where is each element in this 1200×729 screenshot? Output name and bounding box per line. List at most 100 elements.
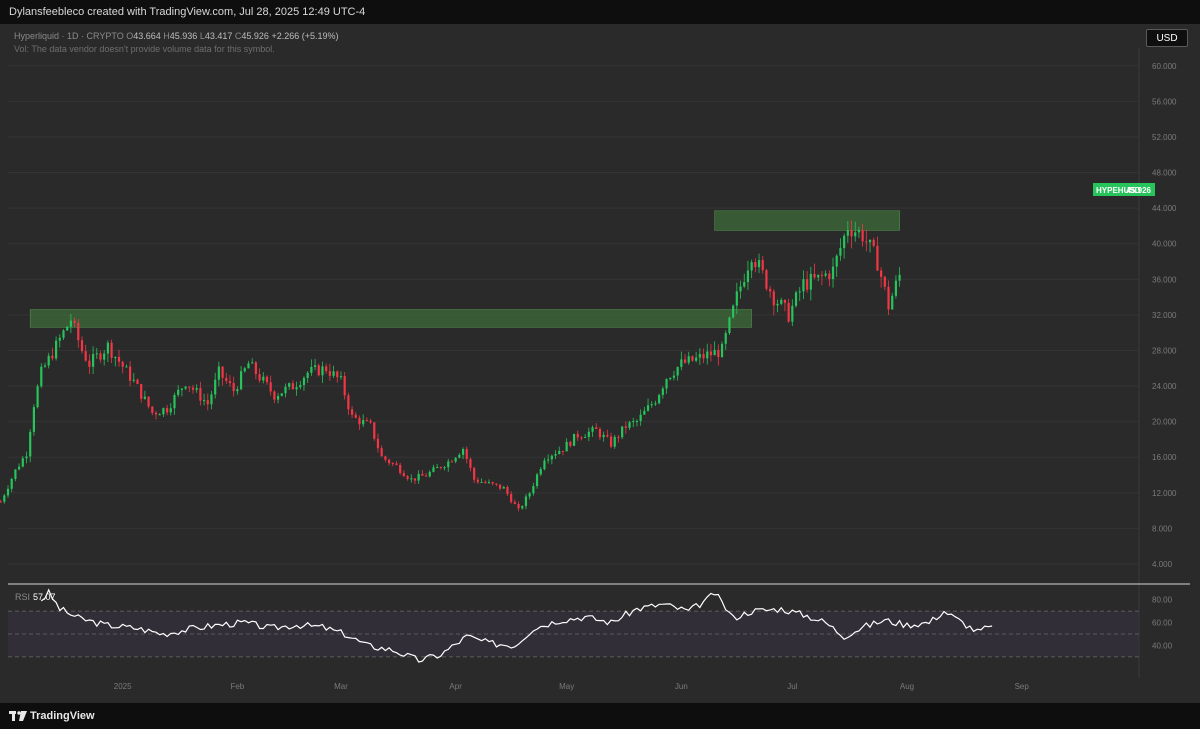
candle-body: [506, 486, 509, 494]
candle-body: [288, 383, 291, 387]
candle-body: [739, 286, 742, 292]
rsi-pane: 80.00 60.00 40.00: [8, 588, 1173, 663]
candle-body: [143, 396, 146, 399]
candle-body: [613, 436, 616, 447]
candle-body: [791, 305, 794, 322]
candle-body: [66, 326, 69, 331]
candle-body: [757, 260, 761, 268]
candle-body: [487, 482, 491, 484]
candle-body: [606, 434, 609, 437]
open-value: 43.664: [133, 31, 161, 41]
rsi-legend[interactable]: RSI 57.07: [15, 592, 56, 602]
candle-body: [706, 351, 709, 359]
candle-body: [158, 414, 161, 416]
candle-body: [643, 410, 646, 415]
candle-body: [14, 469, 17, 479]
candle-body: [432, 467, 435, 472]
support-zone: [29, 309, 752, 328]
candle-body: [765, 270, 768, 289]
candle-body: [654, 403, 657, 405]
candle-body: [465, 449, 468, 460]
candle-body: [561, 450, 565, 452]
candle-body: [539, 469, 542, 475]
x-tick-label: May: [559, 682, 574, 691]
candle-body: [513, 502, 516, 505]
candle-body: [232, 383, 235, 392]
candle-body: [661, 388, 664, 395]
candle-body: [302, 377, 306, 386]
candle-body: [780, 299, 783, 304]
candle-body: [498, 484, 502, 489]
candle-body: [817, 274, 820, 278]
candle-body: [750, 262, 753, 271]
candle-body: [713, 349, 716, 356]
y-tick-label: 56.000: [1152, 97, 1177, 106]
candle-body: [188, 386, 191, 388]
candle-body: [84, 351, 87, 361]
candle-body: [243, 368, 246, 372]
candle-body: [476, 479, 479, 483]
candle-body: [21, 458, 24, 467]
candle-body: [776, 303, 779, 306]
symbol-name: Hyperliquid · 1D · CRYPTO: [14, 31, 124, 41]
candle-body: [428, 471, 431, 477]
candle-body: [202, 400, 206, 402]
candle-body: [128, 366, 132, 381]
candle-body: [373, 422, 376, 439]
candle-body: [450, 461, 454, 463]
price-axis[interactable]: 60.000 56.000 52.000 48.000 44.000 40.000 36.0…: [1152, 62, 1177, 569]
candle-body: [735, 291, 738, 306]
candle-body: [147, 396, 150, 407]
candle-body: [761, 260, 764, 271]
candle-body: [299, 385, 302, 388]
candle-body: [646, 405, 650, 411]
y-tick-label: 4.000: [1152, 560, 1173, 569]
candle-body: [280, 393, 283, 397]
candle-body: [40, 366, 43, 387]
candle-body: [376, 438, 380, 449]
currency-button[interactable]: USD: [1146, 29, 1188, 47]
candle-body: [328, 371, 331, 376]
candle-body: [517, 504, 520, 509]
rsi-value: 57.07: [33, 592, 56, 602]
candle-body: [595, 427, 598, 430]
candle-body: [787, 302, 790, 322]
candle-body: [421, 473, 424, 476]
candle-body: [332, 371, 335, 376]
candle-body: [480, 481, 483, 483]
rsi-tick-label: 80.00: [1152, 596, 1173, 605]
y-tick-label: 32.000: [1152, 311, 1177, 320]
time-axis[interactable]: 2025 Feb Mar Apr May Jun Jul Aug Sep: [114, 682, 1030, 691]
candle-body: [617, 436, 620, 438]
candle-body: [550, 455, 553, 460]
candle-body: [162, 408, 165, 415]
chart-canvas[interactable]: 60.000 56.000 52.000 48.000 44.000 40.000 36.0…: [0, 0, 1200, 729]
candle-body: [632, 421, 635, 423]
candle-body: [73, 320, 76, 323]
candle-body: [473, 467, 476, 480]
candle-body: [602, 434, 605, 438]
candle-body: [639, 414, 642, 422]
candle-body: [695, 357, 698, 361]
candle-body: [369, 420, 372, 423]
candle-body: [724, 333, 727, 344]
symbol-legend[interactable]: Hyperliquid · 1D · CRYPTO O43.664 H45.93…: [14, 31, 339, 41]
candle-body: [103, 353, 106, 360]
candle-body: [547, 459, 550, 461]
candle-body: [720, 343, 724, 358]
x-tick-label: Mar: [334, 682, 348, 691]
candle-body: [558, 450, 561, 455]
candle-body: [436, 467, 439, 469]
candle-body: [672, 375, 676, 378]
candle-body: [495, 483, 498, 485]
candle-body: [484, 481, 487, 483]
candle-body: [258, 374, 261, 381]
candle-body: [424, 475, 428, 477]
candle-body: [687, 356, 690, 363]
candle-body: [43, 365, 47, 367]
candle-body: [80, 340, 84, 352]
candle-body: [524, 496, 528, 507]
tradingview-logo-icon[interactable]: [9, 710, 27, 722]
candle-body: [410, 478, 413, 480]
candle-body: [177, 389, 180, 395]
